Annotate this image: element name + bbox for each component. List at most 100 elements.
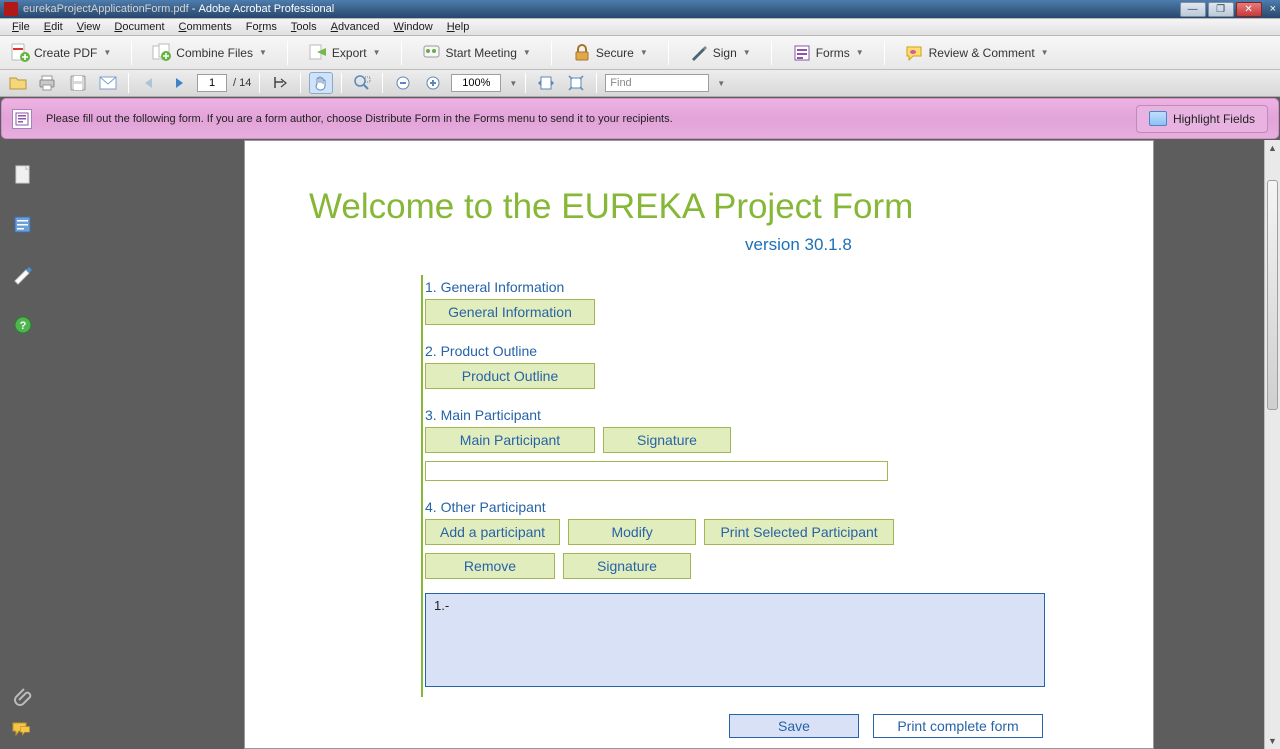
start-meeting-button[interactable]: Start Meeting ▼ — [418, 40, 535, 66]
email-button[interactable] — [96, 72, 120, 94]
remove-button[interactable]: Remove — [425, 553, 555, 579]
window-app-name: Adobe Acrobat Professional — [198, 3, 334, 15]
find-input[interactable] — [605, 74, 709, 92]
pen-icon — [689, 43, 709, 63]
lock-icon — [572, 43, 592, 63]
comments-panel-button[interactable] — [12, 719, 34, 741]
section-general-info: 1. General Information General Informati… — [423, 279, 1153, 325]
print-button[interactable] — [36, 72, 60, 94]
modify-button[interactable]: Modify — [568, 519, 696, 545]
highlight-fields-button[interactable]: Highlight Fields — [1136, 105, 1268, 133]
hand-tool[interactable] — [309, 72, 333, 94]
secondary-toolbar: / 14 ▼ ▼ — [0, 70, 1280, 97]
fit-width-button[interactable] — [534, 72, 558, 94]
open-file-button[interactable] — [6, 72, 30, 94]
primary-toolbar: Create PDF ▼ Combine Files ▼ Export ▼ St… — [0, 36, 1280, 70]
combine-files-button[interactable]: Combine Files ▼ — [148, 40, 271, 66]
window-title-sep: - — [189, 3, 199, 15]
attachments-panel-button[interactable] — [12, 685, 34, 707]
page-number-input[interactable] — [197, 74, 227, 92]
menu-help[interactable]: Help — [441, 21, 476, 33]
sign-button[interactable]: Sign ▼ — [685, 40, 755, 66]
zoom-in-button[interactable] — [421, 72, 445, 94]
scroll-down-button[interactable]: ▼ — [1265, 733, 1280, 749]
page-canvas: Welcome to the EUREKA Project Form versi… — [244, 140, 1154, 749]
save-form-button[interactable]: Save — [729, 714, 859, 738]
menu-view[interactable]: View — [71, 21, 107, 33]
form-banner-message: Please fill out the following form. If y… — [46, 113, 673, 125]
pages-panel-button[interactable] — [12, 164, 34, 186]
svg-text:?: ? — [20, 320, 27, 332]
create-pdf-button[interactable]: Create PDF ▼ — [6, 40, 115, 66]
marquee-zoom-tool[interactable] — [350, 72, 374, 94]
form-banner-icon — [12, 109, 32, 129]
menu-advanced[interactable]: Advanced — [325, 21, 386, 33]
title-bar: eurekaProjectApplicationForm.pdf - Adobe… — [0, 0, 1280, 18]
main-participant-field[interactable] — [425, 461, 888, 481]
maximize-button[interactable]: ❐ — [1208, 2, 1234, 17]
review-comment-button[interactable]: Review & Comment ▼ — [901, 40, 1053, 66]
close-button[interactable]: ✕ — [1236, 2, 1262, 17]
dropdown-icon: ▼ — [640, 48, 648, 57]
section-product-outline: 2. Product Outline Product Outline — [423, 343, 1153, 389]
print-complete-form-button[interactable]: Print complete form — [873, 714, 1043, 738]
export-label: Export — [332, 46, 367, 60]
create-pdf-label: Create PDF — [34, 46, 97, 60]
page-title: Welcome to the EUREKA Project Form — [309, 187, 1153, 227]
find-dropdown[interactable]: ▼ — [717, 79, 725, 88]
highlight-fields-icon — [1149, 111, 1167, 126]
scroll-thumb[interactable] — [1267, 180, 1278, 410]
vertical-scrollbar[interactable]: ▲ ▼ — [1264, 140, 1280, 749]
comment-icon — [905, 43, 925, 63]
forms-button[interactable]: Forms ▼ — [788, 40, 868, 66]
select-tool[interactable] — [268, 72, 292, 94]
product-outline-button[interactable]: Product Outline — [425, 363, 595, 389]
section-2-label: 2. Product Outline — [425, 343, 1153, 359]
menu-window[interactable]: Window — [388, 21, 439, 33]
secure-label: Secure — [596, 46, 634, 60]
add-participant-button[interactable]: Add a participant — [425, 519, 560, 545]
export-button[interactable]: Export ▼ — [304, 40, 385, 66]
menu-forms[interactable]: Forms — [240, 21, 283, 33]
menu-file[interactable]: File — [6, 21, 36, 33]
dropdown-icon: ▼ — [373, 48, 381, 57]
forms-label: Forms — [816, 46, 850, 60]
menu-tools[interactable]: Tools — [285, 21, 323, 33]
save-button[interactable] — [66, 72, 90, 94]
section-1-label: 1. General Information — [425, 279, 1153, 295]
export-icon — [308, 43, 328, 63]
menu-document[interactable]: Document — [108, 21, 170, 33]
menu-comments[interactable]: Comments — [173, 21, 238, 33]
print-selected-button[interactable]: Print Selected Participant — [704, 519, 894, 545]
next-page-button[interactable] — [167, 72, 191, 94]
bookmarks-panel-button[interactable] — [12, 214, 34, 236]
minimize-button[interactable]: — — [1180, 2, 1206, 17]
menu-edit[interactable]: Edit — [38, 21, 69, 33]
list-item[interactable]: 1.- — [434, 598, 1036, 613]
create-pdf-icon — [10, 43, 30, 63]
page-total: / 14 — [233, 77, 251, 89]
doc-close-button[interactable]: × — [1270, 3, 1276, 15]
main-participant-button[interactable]: Main Participant — [425, 427, 595, 453]
signatures-panel-button[interactable] — [12, 264, 34, 286]
signature-button-other[interactable]: Signature — [563, 553, 691, 579]
dropdown-icon: ▼ — [103, 48, 111, 57]
zoom-level-input[interactable] — [451, 74, 501, 92]
general-information-button[interactable]: General Information — [425, 299, 595, 325]
prev-page-button[interactable] — [137, 72, 161, 94]
dropdown-icon: ▼ — [856, 48, 864, 57]
scroll-up-button[interactable]: ▲ — [1265, 140, 1280, 156]
zoom-out-button[interactable] — [391, 72, 415, 94]
signature-button-main[interactable]: Signature — [603, 427, 731, 453]
document-viewport[interactable]: Welcome to the EUREKA Project Form versi… — [46, 140, 1280, 749]
form-banner: Please fill out the following form. If y… — [1, 98, 1279, 139]
zoom-dropdown[interactable]: ▼ — [509, 79, 517, 88]
main-area: ? Welcome to the EUREKA Project Form ver… — [0, 140, 1280, 749]
participants-listbox[interactable]: 1.- — [425, 593, 1045, 687]
help-button[interactable]: ? — [12, 314, 34, 336]
secure-button[interactable]: Secure ▼ — [568, 40, 652, 66]
window-controls: — ❐ ✕ — [1178, 2, 1262, 17]
section-other-participant: 4. Other Participant Add a participant M… — [423, 499, 1153, 687]
fit-page-button[interactable] — [564, 72, 588, 94]
start-meeting-icon — [422, 43, 442, 63]
